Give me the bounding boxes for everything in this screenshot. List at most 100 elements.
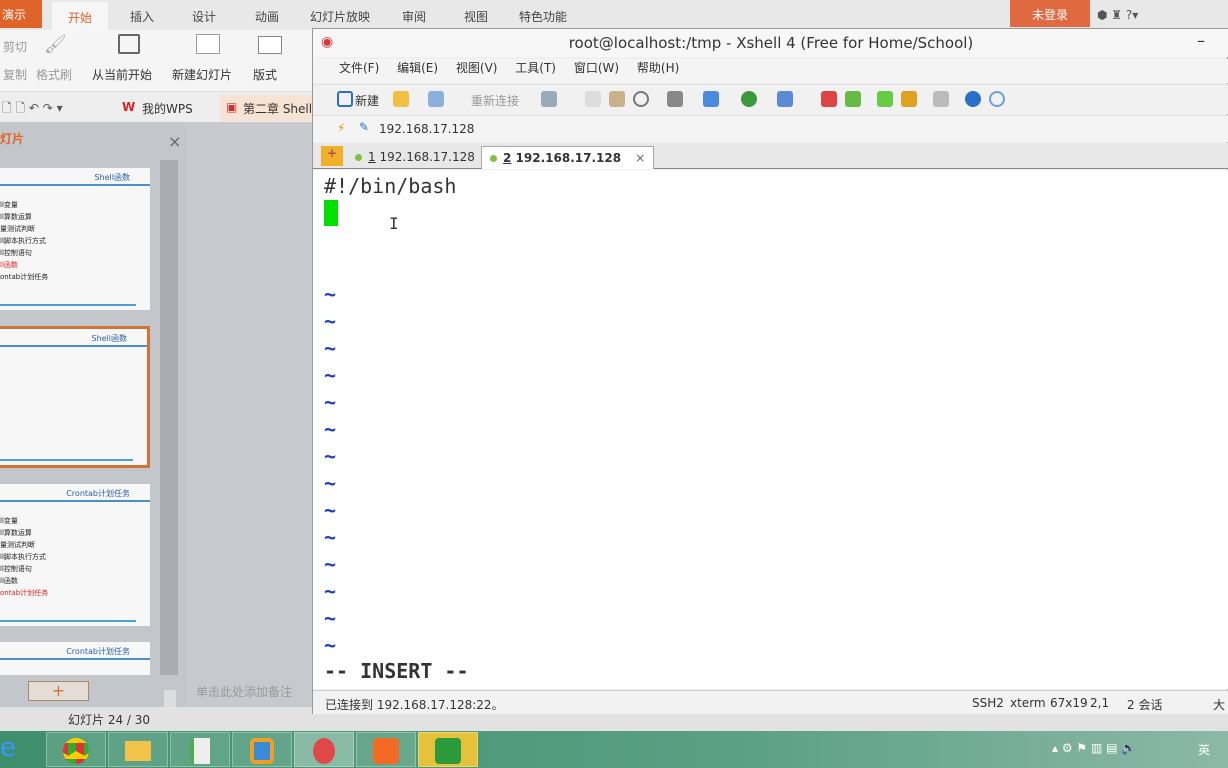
tab-home[interactable]: 开始	[52, 2, 108, 30]
add-note-placeholder[interactable]: 单击此处添加备注	[196, 683, 292, 700]
slide-counter: 幻灯片 24 / 30	[68, 711, 150, 728]
add-tab-icon[interactable]: +	[321, 146, 343, 166]
tab-insert[interactable]: 插入	[130, 8, 154, 25]
help-icon[interactable]: ⬢ ♜ ?▾	[1097, 8, 1138, 22]
projector-icon	[118, 34, 140, 54]
my-wps-tab[interactable]: 我的WPS	[142, 100, 193, 117]
session-tab-2[interactable]: 2 192.168.17.128 ×	[481, 146, 654, 169]
slide-thumbnail[interactable]: Crontab计划任务 ll变量 ll算数运算 量测试判断 ll脚本执行方式 l…	[0, 484, 150, 626]
slide-thumbnail-selected[interactable]: Shell函数	[0, 326, 150, 468]
menu-edit[interactable]: 编辑(E)	[397, 61, 438, 75]
xftp-icon[interactable]	[821, 91, 837, 107]
wps-app-button[interactable]: 演示	[0, 0, 42, 28]
file-explorer-icon[interactable]	[108, 732, 168, 767]
new-slide-button[interactable]: 新建幻灯片	[172, 66, 232, 83]
vim-empty-line-tilde: ~	[324, 525, 336, 549]
layout-grid-icon[interactable]	[877, 91, 893, 107]
terminal[interactable]: #!/bin/bash I ~~~~~~~~~~~~~~ -- INSERT -…	[313, 170, 1228, 689]
lock-icon[interactable]	[901, 91, 917, 107]
document-tab[interactable]: 第二章 Shell	[243, 100, 312, 117]
help-icon[interactable]	[965, 91, 981, 107]
session-count: 2 会话	[1127, 696, 1162, 713]
undo-icon[interactable]: 🗋 🗋 ↶ ↷ ▾	[2, 99, 63, 120]
tab-review[interactable]: 审阅	[402, 8, 426, 25]
slide-editor-area	[186, 122, 312, 707]
tray-icons[interactable]: ▴ ⚙ ⚑ ▥ ▤ 🔈	[1052, 741, 1136, 755]
thumb-item: ll控制语句	[0, 248, 32, 258]
new-session-icon	[337, 91, 353, 107]
thumb-item: 量测试判断	[0, 224, 35, 234]
session-tab-1[interactable]: 1 192.168.17.128	[347, 146, 483, 169]
close-tab-icon[interactable]: ×	[635, 151, 645, 165]
thumb-item: 量测试判断	[0, 540, 35, 550]
chat-icon[interactable]	[989, 91, 1005, 107]
connect-icon[interactable]	[428, 91, 444, 107]
add-slide-button[interactable]: +	[28, 681, 89, 701]
copy-button[interactable]: 复制	[3, 66, 27, 83]
menu-help[interactable]: 帮助(H)	[637, 61, 679, 75]
xshell-window: root@localhost:/tmp - Xshell 4 (Free for…	[312, 28, 1228, 714]
vmware-icon[interactable]	[232, 732, 292, 767]
tab-design[interactable]: 设计	[192, 8, 216, 25]
font-icon[interactable]	[777, 91, 793, 107]
copy-icon[interactable]	[585, 91, 601, 107]
new-button[interactable]: 新建	[355, 92, 379, 109]
login-button[interactable]: 未登录	[1010, 0, 1090, 27]
caps-indicator: 大	[1213, 696, 1225, 713]
session-tabs: + 1 192.168.17.128 2 192.168.17.128 ×	[313, 143, 1228, 169]
menu-window[interactable]: 窗口(W)	[574, 61, 619, 75]
ie-icon[interactable]: e	[0, 733, 16, 763]
cursor-position: 2,1	[1090, 696, 1109, 710]
panel-title: 灯片	[0, 130, 24, 147]
format-painter-button[interactable]: 格式刷	[36, 66, 72, 83]
print-icon[interactable]	[667, 91, 683, 107]
script-icon[interactable]	[845, 91, 861, 107]
vim-empty-line-tilde: ~	[324, 606, 336, 630]
paste-icon[interactable]	[609, 91, 625, 107]
find-icon[interactable]	[633, 91, 649, 107]
text-cursor-icon: I	[389, 214, 399, 233]
vim-empty-line-tilde: ~	[324, 552, 336, 576]
transfer-icon[interactable]	[703, 91, 719, 107]
thumb-item: ll变量	[0, 516, 18, 526]
wps-presentation-icon[interactable]	[356, 732, 416, 767]
vim-empty-line-tilde: ~	[324, 633, 336, 657]
vim-empty-line-tilde: ~	[324, 498, 336, 522]
thumb-item: ll控制语句	[0, 564, 32, 574]
tab-animation[interactable]: 动画	[255, 8, 279, 25]
xshell-task-icon[interactable]	[294, 732, 354, 767]
minimize-button[interactable]: –	[1197, 31, 1205, 50]
protocol: SSH2	[972, 696, 1004, 710]
reconnect-button[interactable]: 重新连接	[471, 92, 519, 109]
open-folder-icon[interactable]	[393, 91, 409, 107]
link-icon: ⚡	[337, 121, 345, 135]
tab-number: 1	[368, 150, 376, 164]
menu-file[interactable]: 文件(F)	[339, 61, 379, 75]
notepad-icon[interactable]	[170, 732, 230, 767]
thumb-item: ll算数运算	[0, 212, 32, 222]
slide-panel-scrollbar[interactable]	[160, 160, 178, 675]
vim-empty-line-tilde: ~	[324, 444, 336, 468]
tab-slideshow[interactable]: 幻灯片放映	[310, 8, 370, 25]
close-panel-icon[interactable]: ×	[168, 132, 181, 151]
properties-icon[interactable]	[541, 91, 557, 107]
new-slide-icon	[196, 34, 220, 54]
tab-special[interactable]: 特色功能	[519, 8, 567, 25]
thumb-title: Shell函数	[94, 172, 130, 183]
chrome-icon[interactable]	[46, 732, 106, 767]
menu-tools[interactable]: 工具(T)	[515, 61, 556, 75]
menu-view[interactable]: 视图(V)	[456, 61, 498, 75]
vim-empty-line-tilde: ~	[324, 417, 336, 441]
cut-button[interactable]: 剪切	[3, 38, 27, 55]
slide-thumbnail[interactable]: Shell函数 ll变量 ll算数运算 量测试判断 ll脚本执行方式 ll控制语…	[0, 168, 150, 310]
ime-indicator[interactable]: 英	[1198, 741, 1210, 758]
slide-thumbnail[interactable]: Crontab计划任务	[0, 642, 150, 675]
play-from-current-button[interactable]: 从当前开始	[92, 66, 152, 83]
layout-button[interactable]: 版式	[253, 66, 277, 83]
globe-icon[interactable]	[741, 91, 757, 107]
thumb-item: ll变量	[0, 200, 18, 210]
teaching-app-icon[interactable]	[418, 732, 478, 767]
address-value[interactable]: 192.168.17.128	[379, 122, 474, 136]
tab-view[interactable]: 视图	[464, 8, 488, 25]
keyboard-icon[interactable]	[933, 91, 949, 107]
